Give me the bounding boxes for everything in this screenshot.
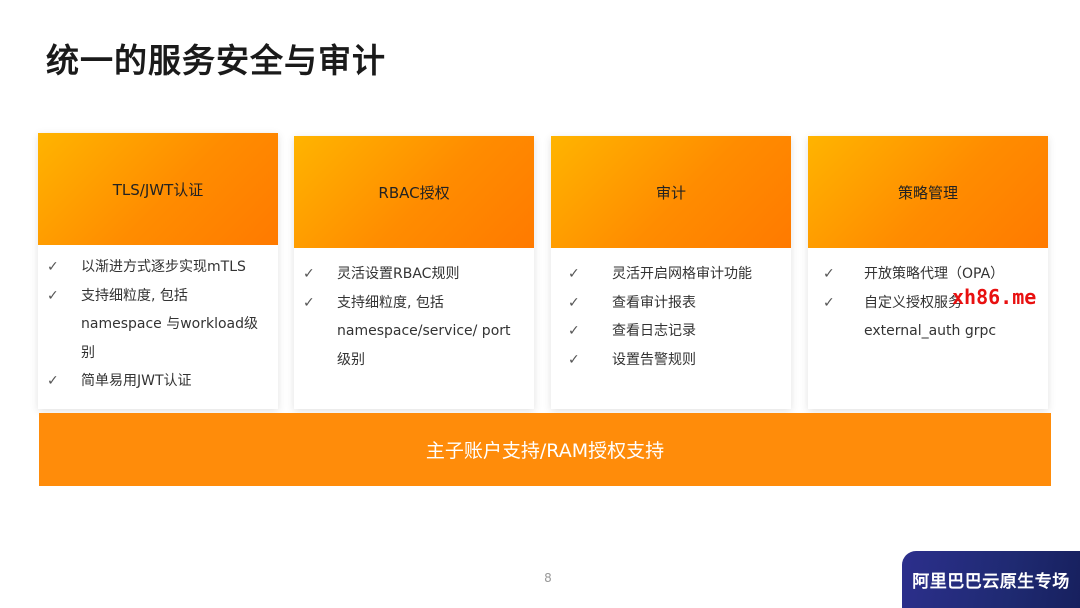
- list-item: ✓ 支持细粒度, 包括 namespace 与workload级别: [46, 282, 272, 368]
- list-item-text: 设置告警规则: [612, 351, 696, 368]
- check-icon: ✓: [568, 294, 580, 311]
- slide-title: 统一的服务安全与审计: [46, 41, 386, 80]
- card-header: 策略管理: [808, 136, 1048, 248]
- list-item: ✓ 灵活开启网格审计功能: [567, 260, 785, 289]
- card-header: RBAC授权: [294, 136, 534, 248]
- list-item: ✓ 支持细粒度, 包括 namespace/service/ port 级别: [302, 289, 528, 375]
- list-item-text: 查看日志记录: [612, 323, 696, 339]
- check-icon: ✓: [823, 294, 835, 311]
- card-tls-jwt: TLS/JWT认证 ✓ 以渐进方式逐步实现mTLS ✓ 支持细粒度, 包括 na…: [38, 133, 278, 409]
- brand-badge: 阿里巴巴云原生专场: [902, 551, 1080, 608]
- card-body: ✓ 灵活设置RBAC规则 ✓ 支持细粒度, 包括 namespace/servi…: [294, 248, 534, 374]
- card-header: TLS/JWT认证: [38, 133, 278, 245]
- list-item-text: 灵活开启网格审计功能: [612, 266, 752, 282]
- list-item-text: 以渐进方式逐步实现mTLS: [81, 259, 246, 275]
- check-icon: ✓: [568, 266, 580, 282]
- list-item: ✓ 查看审计报表: [567, 289, 785, 318]
- check-icon: ✓: [303, 266, 315, 282]
- card-header: 审计: [551, 136, 791, 248]
- ram-support-bar: 主子账户支持/RAM授权支持: [39, 413, 1051, 486]
- list-item-text: 灵活设置RBAC规则: [337, 266, 460, 282]
- list-item-text: 支持细粒度, 包括 namespace/service/ port 级别: [337, 294, 511, 368]
- list-item-text: 查看审计报表: [612, 294, 696, 311]
- check-icon: ✓: [823, 266, 835, 282]
- check-icon: ✓: [303, 294, 315, 311]
- check-icon: ✓: [47, 259, 59, 275]
- check-icon: ✓: [47, 287, 59, 304]
- list-item-text: 简单易用JWT认证: [81, 373, 192, 389]
- list-item: ✓ 以渐进方式逐步实现mTLS: [46, 253, 272, 282]
- check-icon: ✓: [568, 323, 580, 339]
- card-audit: 审计 ✓ 灵活开启网格审计功能 ✓ 查看审计报表 ✓ 查看日志记录 ✓ 设置告警…: [551, 136, 791, 409]
- list-item: ✓ 灵活设置RBAC规则: [302, 260, 528, 289]
- list-item: ✓ 简单易用JWT认证: [46, 367, 272, 396]
- card-policy: 策略管理 ✓ 开放策略代理（OPA） ✓ 自定义授权服务 external_au…: [808, 136, 1048, 409]
- list-item: ✓ 查看日志记录: [567, 317, 785, 346]
- page-number: 8: [544, 571, 552, 585]
- card-rbac: RBAC授权 ✓ 灵活设置RBAC规则 ✓ 支持细粒度, 包括 namespac…: [294, 136, 534, 409]
- card-body: ✓ 以渐进方式逐步实现mTLS ✓ 支持细粒度, 包括 namespace 与w…: [38, 245, 278, 396]
- check-icon: ✓: [568, 351, 580, 368]
- check-icon: ✓: [47, 373, 59, 389]
- card-body: ✓ 灵活开启网格审计功能 ✓ 查看审计报表 ✓ 查看日志记录 ✓ 设置告警规则: [551, 248, 791, 374]
- watermark: xh86.me: [952, 285, 1037, 309]
- list-item: ✓ 设置告警规则: [567, 346, 785, 375]
- list-item-text: 支持细粒度, 包括 namespace 与workload级别: [81, 287, 259, 361]
